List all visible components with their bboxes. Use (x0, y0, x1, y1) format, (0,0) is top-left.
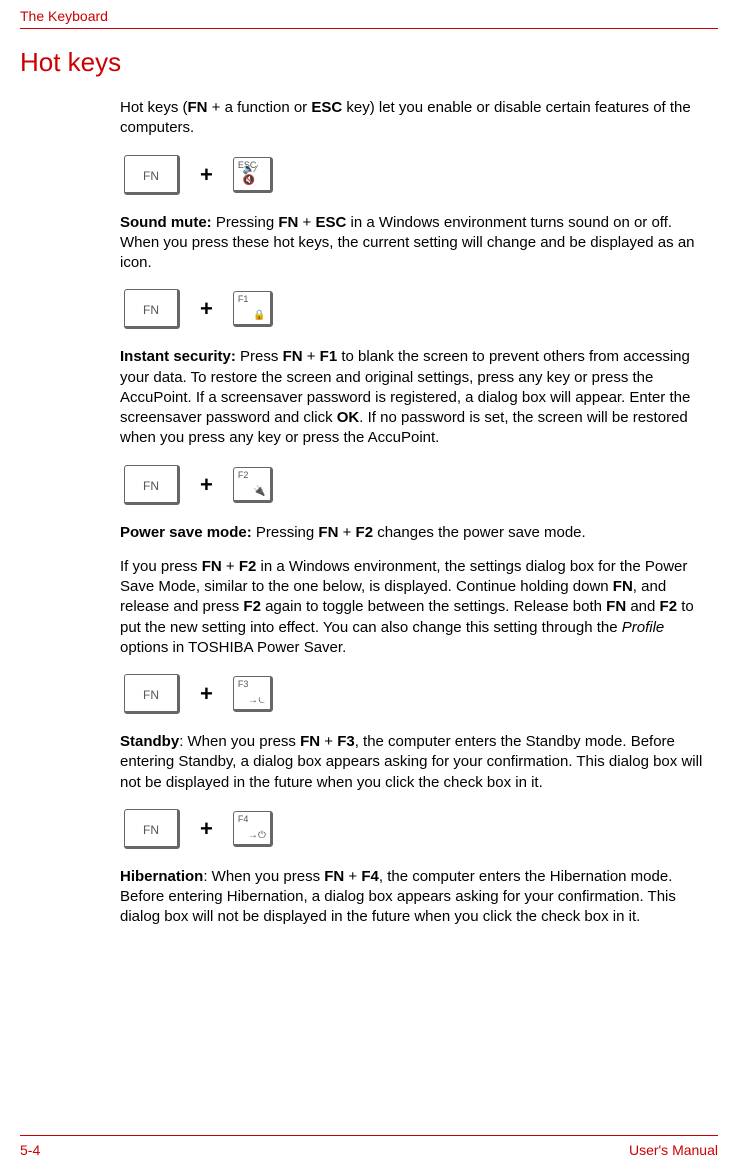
header-rule (20, 28, 718, 29)
key-f4: F4 (361, 868, 379, 885)
lock-icon: 🔒 (253, 310, 265, 321)
text: : When you press (179, 733, 300, 750)
key-f2: F2 (239, 558, 257, 575)
section-title: Hot keys (20, 47, 718, 78)
key-label: F3 (238, 679, 249, 689)
text: changes the power save mode. (373, 524, 586, 541)
text: Pressing (212, 214, 279, 231)
text: Pressing (252, 524, 319, 541)
powersave-paragraph-2: If you press FN + F2 in a Windows enviro… (120, 557, 708, 658)
intro-paragraph: Hot keys (FN + a function or ESC key) le… (120, 98, 708, 139)
power-icon: 🔌 (253, 486, 265, 497)
key-f2: F2 (243, 598, 261, 615)
profile-italic: Profile (622, 619, 665, 636)
key-fn: FN (202, 558, 222, 575)
plus-icon: + (200, 681, 213, 707)
combo-fn-esc: FN + ESC 🔈⁄🔇 (124, 155, 708, 195)
header-chapter: The Keyboard (20, 0, 718, 28)
f4-key-icon: F4 →⏻ (233, 811, 273, 847)
key-f1: F1 (320, 348, 338, 365)
key-f2: F2 (356, 524, 374, 541)
key-esc: ESC (315, 214, 346, 231)
combo-fn-f1: FN + F1 🔒 (124, 289, 708, 329)
text: + (344, 868, 361, 885)
combo-fn-f3: FN + F3 →⏾ (124, 674, 708, 714)
text: + (303, 348, 320, 365)
text: + a function or (208, 99, 312, 116)
page-footer: 5-4 User's Manual (20, 1135, 718, 1158)
f1-key-icon: F1 🔒 (233, 291, 273, 327)
key-fn: FN (188, 99, 208, 116)
f3-key-icon: F3 →⏾ (233, 676, 273, 712)
key-fn: FN (300, 733, 320, 750)
standby-paragraph: Standby: When you press FN + F3, the com… (120, 732, 708, 793)
powersave-paragraph-1: Power save mode: Pressing FN + F2 change… (120, 523, 708, 543)
text: + (320, 733, 337, 750)
combo-fn-f2: FN + F2 🔌 (124, 465, 708, 505)
plus-icon: + (200, 816, 213, 842)
mute-icon: 🔈⁄🔇 (243, 164, 261, 186)
fn-key-icon: FN (124, 289, 180, 329)
key-f3: F3 (337, 733, 355, 750)
fn-key-icon: FN (124, 809, 180, 849)
key-label: F2 (238, 470, 249, 480)
text: Hot keys ( (120, 99, 188, 116)
esc-key-icon: ESC 🔈⁄🔇 (233, 157, 273, 193)
f2-key-icon: F2 🔌 (233, 467, 273, 503)
text: + (298, 214, 315, 231)
key-label: F1 (238, 294, 249, 304)
text: again to toggle between the settings. Re… (261, 598, 606, 615)
text: options in TOSHIBA Power Saver. (120, 639, 346, 656)
label: Power save mode: (120, 524, 252, 541)
hibernate-icon: →⏻ (248, 830, 266, 841)
fn-key-icon: FN (124, 155, 180, 195)
text: If you press (120, 558, 202, 575)
combo-fn-f4: FN + F4 →⏻ (124, 809, 708, 849)
standby-icon: →⏾ (248, 695, 266, 706)
key-fn: FN (324, 868, 344, 885)
footer-rule (20, 1135, 718, 1136)
instant-security-paragraph: Instant security: Press FN + F1 to blank… (120, 347, 708, 448)
manual-label: User's Manual (629, 1142, 718, 1158)
text: + (338, 524, 355, 541)
plus-icon: + (200, 162, 213, 188)
fn-key-icon: FN (124, 674, 180, 714)
key-fn: FN (606, 598, 626, 615)
key-label: F4 (238, 814, 249, 824)
text: : When you press (203, 868, 324, 885)
page-number: 5-4 (20, 1142, 40, 1158)
fn-key-icon: FN (124, 465, 180, 505)
key-f2: F2 (660, 598, 678, 615)
key-fn: FN (283, 348, 303, 365)
hibernation-paragraph: Hibernation: When you press FN + F4, the… (120, 867, 708, 928)
label: Hibernation (120, 868, 203, 885)
text: Press (236, 348, 283, 365)
soundmute-paragraph: Sound mute: Pressing FN + ESC in a Windo… (120, 213, 708, 274)
content-body: Hot keys (FN + a function or ESC key) le… (120, 98, 708, 928)
label: Instant security: (120, 348, 236, 365)
key-fn: FN (278, 214, 298, 231)
plus-icon: + (200, 296, 213, 322)
label: Standby (120, 733, 179, 750)
label: Sound mute: (120, 214, 212, 231)
key-esc: ESC (311, 99, 342, 116)
key-fn: FN (613, 578, 633, 595)
text: + (222, 558, 239, 575)
ok-label: OK (337, 409, 360, 426)
plus-icon: + (200, 472, 213, 498)
key-fn: FN (318, 524, 338, 541)
text: and (626, 598, 659, 615)
